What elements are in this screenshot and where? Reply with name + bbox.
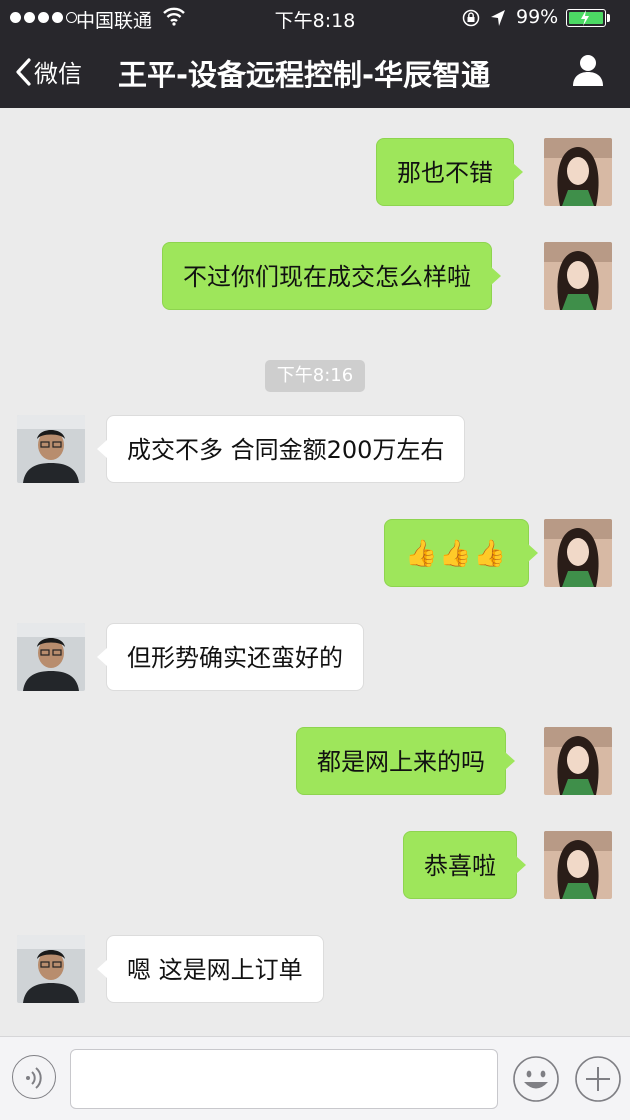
battery-percent: 99% [516, 6, 559, 28]
voice-input-button[interactable] [12, 1055, 56, 1099]
message-bubble[interactable]: 不过你们现在成交怎么样啦 [162, 242, 501, 310]
message-bubble[interactable]: 那也不错 [376, 138, 523, 206]
chat-timestamp: 下午8:16 [265, 360, 365, 392]
avatar-self[interactable] [544, 242, 612, 310]
charging-bolt-icon [581, 10, 589, 26]
user-profile-icon[interactable] [570, 52, 606, 88]
message-bubble[interactable]: 但形势确实还蛮好的 [97, 623, 364, 691]
message-bubble[interactable]: 恭喜啦 [403, 831, 526, 899]
battery-cap [607, 14, 610, 22]
back-button[interactable]: 微信 [14, 54, 82, 89]
voice-icon [26, 1067, 42, 1089]
status-bar: 中国联通 下午8:18 99% [0, 0, 630, 36]
message-input[interactable] [70, 1049, 498, 1109]
message-bubble[interactable]: 👍👍👍 [384, 519, 539, 587]
avatar-self[interactable] [544, 138, 612, 206]
chat-title: 王平-设备远程控制-华辰智通 [118, 58, 491, 92]
chevron-left-icon [16, 57, 31, 86]
avatar-self[interactable] [544, 831, 612, 899]
emoji-button-icon[interactable] [512, 1055, 560, 1103]
avatar-self[interactable] [544, 519, 612, 587]
location-arrow-icon [491, 10, 505, 26]
avatar-contact[interactable] [17, 935, 85, 1003]
add-attachment-button-icon[interactable] [574, 1055, 622, 1103]
avatar-contact[interactable] [17, 623, 85, 691]
avatar-contact[interactable] [17, 415, 85, 483]
input-bar [0, 1036, 630, 1120]
nav-bar: 微信 王平-设备远程控制-华辰智通 [0, 36, 630, 108]
back-label: 微信 [34, 60, 82, 88]
top-bar: 中国联通 下午8:18 99% 微信 王平-设备远程控制-华辰智通 [0, 0, 630, 108]
avatar-self[interactable] [544, 727, 612, 795]
message-bubble[interactable]: 嗯 这是网上订单 [97, 935, 324, 1003]
message-bubble[interactable]: 成交不多 合同金额200万左右 [96, 415, 466, 483]
rotation-lock-icon [462, 9, 480, 27]
message-bubble[interactable]: 都是网上来的吗 [296, 727, 515, 795]
